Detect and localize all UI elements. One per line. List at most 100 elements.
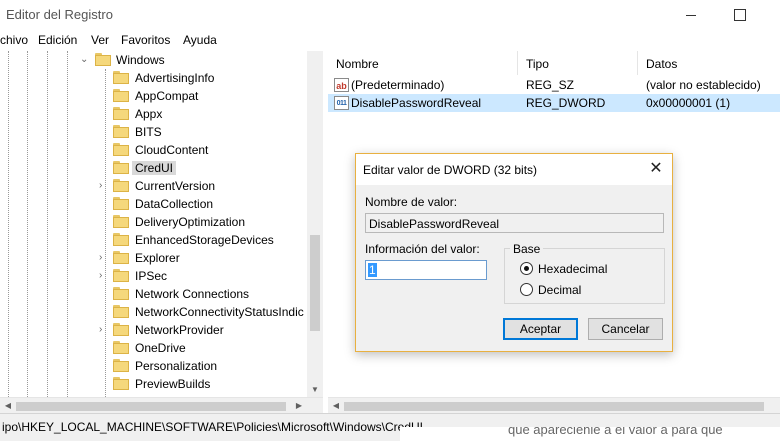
value-name-label: Nombre de valor: bbox=[365, 195, 458, 209]
maximize-button[interactable] bbox=[715, 0, 761, 30]
binary-value-icon: 011 bbox=[334, 96, 349, 110]
folder-icon bbox=[113, 161, 129, 174]
cell-name: (Predeterminado) bbox=[351, 78, 445, 92]
tree-item-label: Network Connections bbox=[135, 287, 250, 301]
tree-item-label: CredUI bbox=[132, 161, 177, 175]
value-name-field: DisablePasswordReveal bbox=[365, 213, 664, 233]
close-icon[interactable]: ✕ bbox=[646, 159, 666, 179]
value-data-input[interactable] bbox=[365, 260, 487, 280]
expand-icon[interactable]: › bbox=[99, 270, 109, 282]
registry-tree[interactable]: ⌄ Windows AdvertisingInfo AppCompat Appx BI… bbox=[0, 51, 323, 397]
column-header-datos[interactable]: Datos bbox=[638, 51, 780, 75]
folder-icon bbox=[113, 71, 129, 84]
edit-dword-dialog: Editar valor de DWORD (32 bits) ✕ Nombre… bbox=[355, 153, 673, 352]
column-header-nombre[interactable]: Nombre bbox=[328, 51, 518, 75]
title-bar: Editor del Registro bbox=[0, 0, 780, 30]
menu-bar: chivo Edición Ver Favoritos Ayuda bbox=[0, 30, 780, 50]
tree-item[interactable]: DataCollection bbox=[0, 195, 307, 213]
menu-archivo[interactable]: chivo bbox=[0, 33, 28, 47]
folder-icon bbox=[113, 179, 129, 192]
expand-icon[interactable]: › bbox=[99, 180, 109, 192]
folder-icon bbox=[113, 143, 129, 156]
menu-edicion[interactable]: Edición bbox=[38, 33, 77, 47]
base-label: Base bbox=[510, 242, 544, 256]
scrollbar-thumb[interactable] bbox=[310, 235, 320, 331]
folder-icon bbox=[113, 305, 129, 318]
folder-icon bbox=[113, 233, 129, 246]
list-row[interactable]: 011 DisablePasswordReveal REG_DWORD 0x00000… bbox=[328, 94, 780, 112]
folder-icon bbox=[113, 269, 129, 282]
tree-item-label: CloudContent bbox=[135, 143, 209, 157]
scroll-left-arrow-icon[interactable]: ◀ bbox=[0, 398, 16, 414]
tree-item-label: DataCollection bbox=[135, 197, 214, 211]
tree-item-label: Explorer bbox=[135, 251, 180, 265]
decimal-radio[interactable] bbox=[520, 283, 533, 296]
column-header-tipo[interactable]: Tipo bbox=[518, 51, 638, 75]
scroll-down-arrow-icon[interactable]: ▼ bbox=[307, 383, 323, 397]
folder-icon bbox=[113, 359, 129, 372]
cell-type: REG_SZ bbox=[526, 78, 575, 92]
scroll-left-arrow-icon[interactable]: ◀ bbox=[328, 398, 344, 414]
cell-data: 0x00000001 (1) bbox=[646, 96, 731, 110]
tree-item-label: EnhancedStorageDevices bbox=[135, 233, 274, 247]
tree-item[interactable]: Appx bbox=[0, 105, 307, 123]
tree-item[interactable]: › CurrentVersion bbox=[0, 177, 307, 195]
background-page-fragment: que aparecienle a el valor a para que bbox=[400, 427, 780, 441]
tree-item[interactable]: OneDrive bbox=[0, 339, 307, 357]
collapse-icon[interactable]: ⌄ bbox=[80, 54, 90, 66]
tree-item[interactable]: › Explorer bbox=[0, 249, 307, 267]
hexadecimal-radio[interactable] bbox=[520, 262, 533, 275]
tree-horizontal-scrollbar[interactable]: ◀ ▶ bbox=[0, 397, 323, 413]
string-value-icon: ab bbox=[334, 78, 349, 92]
tree-item-label: CurrentVersion bbox=[135, 179, 216, 193]
menu-ayuda[interactable]: Ayuda bbox=[183, 33, 217, 47]
tree-item-windows[interactable]: ⌄ Windows bbox=[0, 51, 307, 69]
tree-vertical-scrollbar[interactable]: ▼ bbox=[307, 51, 323, 397]
tree-item-label: OneDrive bbox=[135, 341, 186, 355]
tree-item-label: Personalization bbox=[135, 359, 218, 373]
folder-icon bbox=[113, 89, 129, 102]
tree-item[interactable]: › IPSec bbox=[0, 267, 307, 285]
scrollbar-thumb[interactable] bbox=[344, 402, 764, 411]
menu-ver[interactable]: Ver bbox=[91, 33, 109, 47]
folder-icon bbox=[113, 377, 129, 390]
tree-item[interactable]: CloudContent bbox=[0, 141, 307, 159]
list-row[interactable]: ab (Predeterminado) REG_SZ (valor no establ… bbox=[328, 76, 780, 94]
expand-icon[interactable]: › bbox=[99, 252, 109, 264]
scrollbar-thumb[interactable] bbox=[16, 402, 286, 411]
cell-name: DisablePasswordReveal bbox=[351, 96, 482, 110]
tree-item-label: Windows bbox=[116, 53, 165, 67]
tree-item-label: AdvertisingInfo bbox=[135, 71, 215, 85]
value-data-label: Información del valor: bbox=[365, 242, 480, 256]
tree-item-label: BITS bbox=[135, 125, 162, 139]
background-text: que aparecienle a el valor a para que bbox=[508, 427, 723, 437]
tree-item-label: NetworkProvider bbox=[135, 323, 224, 337]
tree-item[interactable]: › NetworkProvider bbox=[0, 321, 307, 339]
tree-item[interactable]: Personalization bbox=[0, 357, 307, 375]
tree-item-label: Appx bbox=[135, 107, 163, 121]
tree-item-label: NetworkConnectivityStatusIndic bbox=[135, 305, 304, 319]
dialog-title: Editar valor de DWORD (32 bits) bbox=[363, 163, 538, 177]
tree-item[interactable]: DeliveryOptimization bbox=[0, 213, 307, 231]
tree-item[interactable]: BITS bbox=[0, 123, 307, 141]
tree-item[interactable]: NetworkConnectivityStatusIndic bbox=[0, 303, 307, 321]
hexadecimal-label[interactable]: Hexadecimal bbox=[538, 262, 607, 276]
value-data-selection: 1 bbox=[368, 263, 377, 277]
tree-item[interactable]: AppCompat bbox=[0, 87, 307, 105]
list-horizontal-scrollbar[interactable]: ◀ bbox=[328, 397, 780, 413]
scroll-right-arrow-icon[interactable]: ▶ bbox=[291, 398, 307, 414]
ok-button[interactable]: Aceptar bbox=[503, 318, 578, 340]
tree-item[interactable]: Network Connections bbox=[0, 285, 307, 303]
folder-icon bbox=[113, 287, 129, 300]
tree-item[interactable]: PreviewBuilds bbox=[0, 375, 307, 393]
decimal-label[interactable]: Decimal bbox=[538, 283, 581, 297]
minimize-button[interactable] bbox=[668, 0, 714, 30]
tree-item[interactable]: AdvertisingInfo bbox=[0, 69, 307, 87]
cancel-button[interactable]: Cancelar bbox=[588, 318, 663, 340]
folder-icon bbox=[95, 53, 111, 66]
tree-item[interactable]: CredUI bbox=[0, 159, 307, 177]
tree-item-label: PreviewBuilds bbox=[135, 377, 211, 391]
menu-favoritos[interactable]: Favoritos bbox=[121, 33, 170, 47]
expand-icon[interactable]: › bbox=[99, 324, 109, 336]
tree-item[interactable]: EnhancedStorageDevices bbox=[0, 231, 307, 249]
